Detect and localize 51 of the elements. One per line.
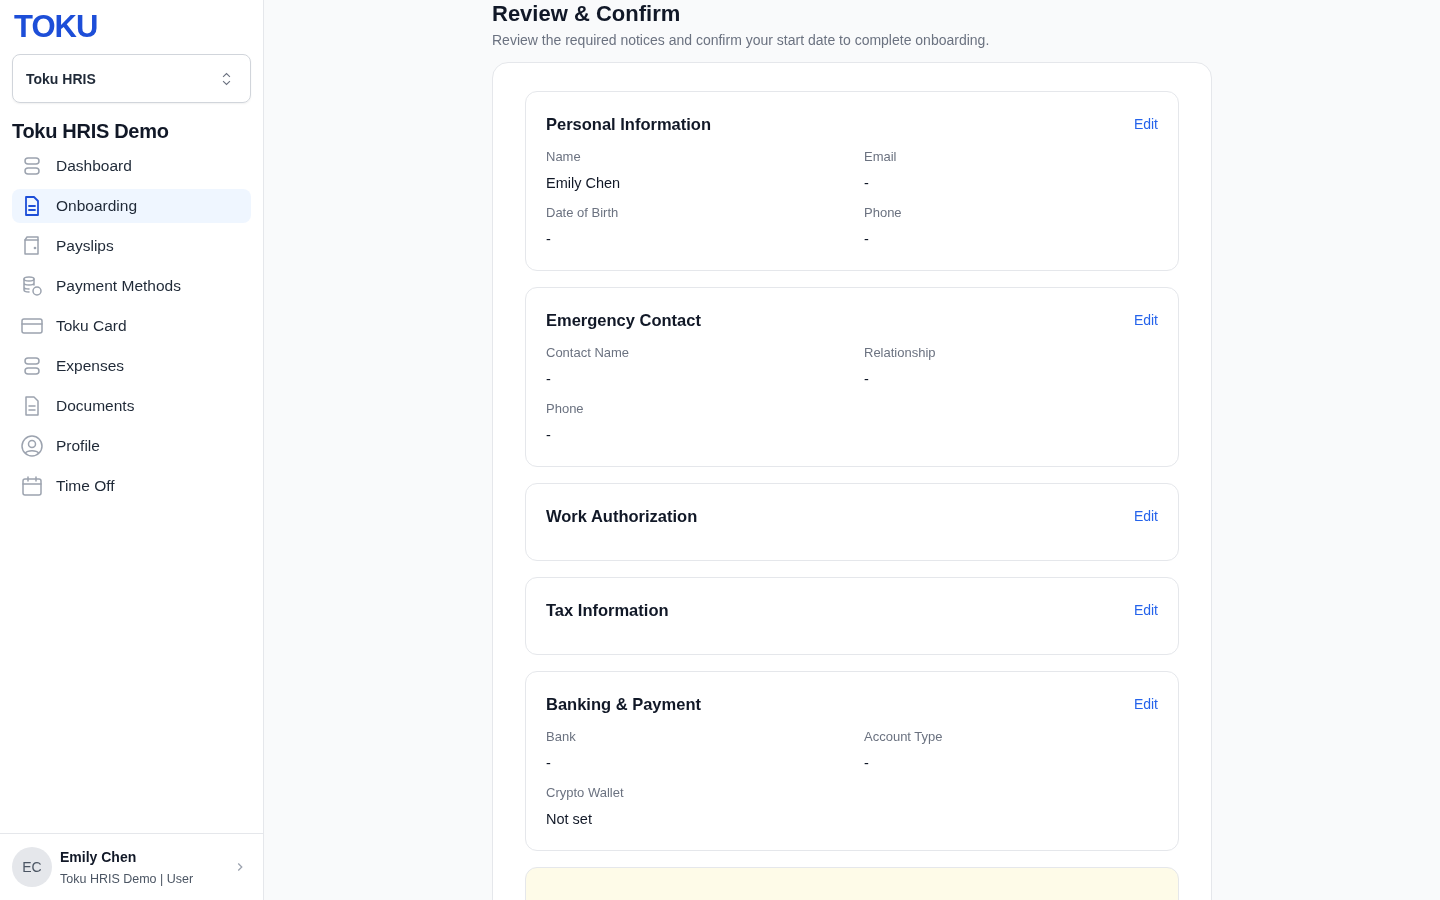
field-label: Account Type xyxy=(864,728,944,746)
field-value: Emily Chen xyxy=(546,174,622,193)
nav-item[interactable]: Payment Methods xyxy=(12,269,251,303)
field-value: - xyxy=(546,754,552,773)
coins-icon xyxy=(20,274,44,298)
nav-item[interactable]: Dashboard xyxy=(12,149,251,183)
avatar: EC xyxy=(12,847,52,887)
user-icon xyxy=(20,434,44,458)
section-title: Banking & Payment xyxy=(546,694,701,714)
field-label: Email xyxy=(864,148,898,166)
field-value: - xyxy=(546,370,552,389)
nav-item[interactable]: Documents xyxy=(12,389,251,423)
field-value: - xyxy=(546,230,552,249)
user-menu[interactable]: EC Emily Chen Toku HRIS Demo | User xyxy=(0,833,263,900)
field-value: - xyxy=(864,370,870,389)
section-title: Work Authorization xyxy=(546,506,698,526)
nav-item[interactable]: Time Off xyxy=(12,469,251,503)
nav-item[interactable]: Onboarding xyxy=(12,189,251,223)
field-value: - xyxy=(546,426,552,445)
calendar-icon xyxy=(20,474,44,498)
field-value: - xyxy=(864,754,870,773)
field-label: Relationship xyxy=(864,344,937,362)
logo: TOKU xyxy=(13,10,99,44)
nav-item[interactable]: Profile xyxy=(12,429,251,463)
section-title: Tax Information xyxy=(546,600,669,620)
edit-link[interactable]: Edit xyxy=(1133,312,1158,328)
user-name: Emily Chen xyxy=(60,847,138,867)
edit-link[interactable]: Edit xyxy=(1133,116,1158,132)
workspace-select[interactable]: Toku HRIS xyxy=(12,54,251,103)
field-label: Date of Birth xyxy=(546,204,620,222)
edit-link[interactable]: Edit xyxy=(1133,508,1158,524)
field-label: Phone xyxy=(546,400,585,418)
field-label: Contact Name xyxy=(546,344,631,362)
org-name: Toku HRIS Demo xyxy=(12,119,170,143)
section-title: Emergency Contact xyxy=(546,310,701,330)
page-subtitle: Review the required notices and confirm your start date to complete onboarding. xyxy=(492,31,991,50)
field-value: Not set xyxy=(546,810,593,829)
field-label: Crypto Wallet xyxy=(546,784,625,802)
field-label: Bank xyxy=(546,728,577,746)
edit-link[interactable]: Edit xyxy=(1133,602,1158,618)
nav-item[interactable]: Expenses xyxy=(12,349,251,383)
edit-link[interactable]: Edit xyxy=(1133,696,1158,712)
field-value: - xyxy=(864,230,870,249)
page-title: Review & Confirm xyxy=(492,2,682,26)
nav-item[interactable]: Toku Card xyxy=(12,309,251,343)
field-label: Phone xyxy=(864,204,903,222)
field-label: Name xyxy=(546,148,582,166)
section-title: Personal Information xyxy=(546,114,712,134)
field-value: - xyxy=(864,174,870,193)
user-role: Toku HRIS Demo | User xyxy=(60,870,195,888)
nav-item[interactable]: Payslips xyxy=(12,229,251,263)
